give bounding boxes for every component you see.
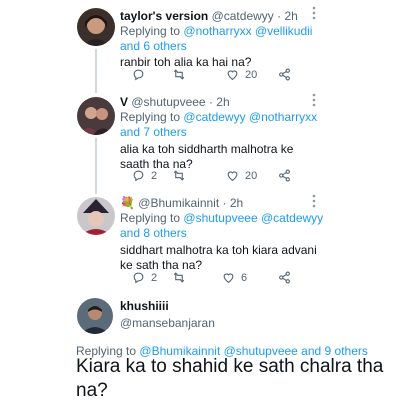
reply-icon (133, 170, 144, 182)
like-button[interactable]: 6 (222, 271, 247, 284)
tweet-actions: 2 20 (120, 169, 320, 185)
thread-line (95, 49, 97, 93)
timestamp[interactable]: 2h (216, 95, 229, 109)
more-options-icon[interactable] (312, 6, 316, 23)
tweet-header: 💐 @Bhumikainnit · 2h (120, 196, 243, 210)
reply-button[interactable] (132, 68, 151, 81)
more-options-icon[interactable] (312, 93, 316, 110)
reply-button[interactable]: 2 (132, 169, 157, 182)
avatar[interactable] (77, 197, 115, 235)
timestamp[interactable]: 2h (230, 196, 243, 210)
avatar[interactable] (77, 97, 115, 135)
display-name-emoji[interactable]: 💐 (120, 196, 135, 210)
reply-count: 2 (151, 271, 158, 284)
main-tweet-text: Kiara ka to shahid ke sath chalra tha na… (76, 356, 384, 401)
replying-to-label: Replying to (120, 110, 181, 124)
share-icon (279, 271, 290, 284)
reply-count: 2 (151, 169, 158, 182)
like-count: 6 (241, 271, 248, 284)
share-button[interactable] (278, 271, 291, 284)
replying-to-label: Replying to (120, 211, 181, 225)
share-icon (279, 169, 290, 182)
retweet-button[interactable] (172, 271, 192, 284)
replying-to: Replying to @catdewyy @notharryxx and 7 … (120, 110, 320, 140)
user-handle[interactable]: @catdewyy (212, 9, 274, 23)
retweet-icon (173, 272, 185, 283)
tweet[interactable]: V @shutupveee · 2h Replying to @catdewyy… (0, 92, 400, 194)
retweet-button[interactable] (172, 169, 192, 182)
tweet-header: taylor's version @catdewyy · 2h (120, 9, 298, 23)
tweet[interactable]: 💐 @Bhumikainnit · 2h Replying to @shutup… (0, 192, 400, 292)
retweet-button[interactable] (172, 68, 192, 81)
main-tweet[interactable]: khushiiii @mansebanjaran Replying to @Bh… (0, 292, 400, 401)
avatar[interactable] (77, 8, 115, 46)
retweet-icon (173, 170, 185, 181)
heart-icon (223, 273, 234, 284)
timestamp[interactable]: 2h (284, 9, 297, 23)
like-button[interactable]: 20 (226, 169, 257, 182)
display-name[interactable]: khushiiii (120, 299, 169, 313)
share-button[interactable] (278, 169, 291, 182)
heart-icon (227, 70, 238, 81)
retweet-icon (173, 69, 185, 80)
tweet-header: khushiiii (120, 299, 169, 313)
user-handle[interactable]: @mansebanjaran (120, 316, 215, 330)
more-options-icon[interactable] (312, 194, 316, 211)
avatar[interactable] (77, 298, 113, 334)
separator-dot: · (208, 95, 213, 109)
reply-icon (133, 69, 144, 81)
like-count: 20 (245, 169, 258, 182)
heart-icon (227, 171, 238, 182)
user-handle[interactable]: @shutupveee (131, 95, 205, 109)
user-handle-row: @mansebanjaran (120, 316, 215, 330)
display-name[interactable]: taylor's version (120, 9, 208, 23)
replying-to: Replying to @shutupveee @catdewyy and 8 … (120, 211, 325, 241)
tweet-actions: 2 6 (120, 271, 320, 287)
reply-button[interactable]: 2 (132, 271, 157, 284)
replying-to: Replying to @notharryxx @vellikudii and … (120, 24, 320, 54)
display-name[interactable]: V (120, 95, 128, 109)
separator-dot: · (222, 196, 227, 210)
tweet-header: V @shutupveee · 2h (120, 95, 230, 109)
like-button[interactable]: 20 (226, 68, 257, 81)
tweet-text: siddhart malhotra ka toh kiara advani ke… (120, 243, 317, 272)
reply-icon (133, 272, 144, 284)
share-button[interactable] (278, 68, 291, 81)
user-handle[interactable]: @Bhumikainnit (138, 196, 219, 210)
thread-line (95, 138, 97, 194)
share-icon (279, 68, 290, 81)
tweet-text: alia ka toh siddharth malhotra ke saath … (120, 142, 294, 171)
replying-to-label: Replying to (120, 24, 181, 38)
tweet[interactable]: taylor's version @catdewyy · 2h Replying… (0, 0, 400, 93)
like-count: 20 (245, 68, 258, 81)
separator-dot: · (277, 9, 282, 23)
tweet-actions: 20 (120, 68, 320, 84)
